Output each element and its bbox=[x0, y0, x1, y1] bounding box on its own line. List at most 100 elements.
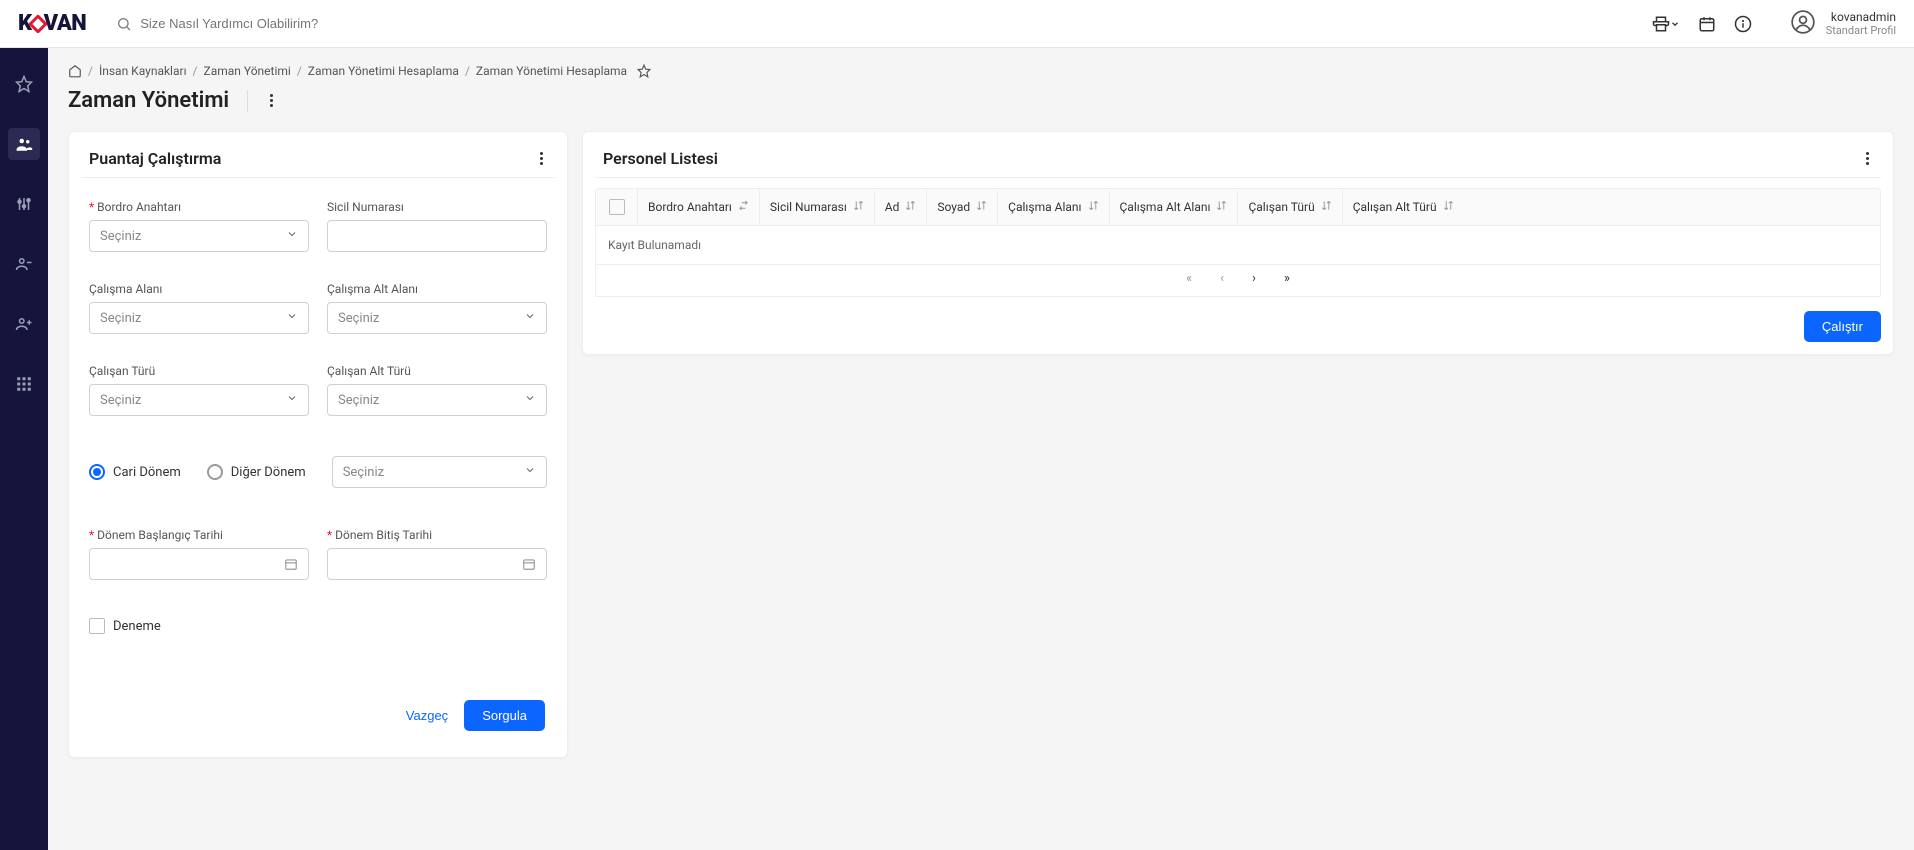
select-calisan-turu[interactable]: Seçiniz bbox=[89, 384, 309, 416]
label-calisma-alani: Çalışma Alanı bbox=[89, 282, 309, 296]
calendar-button[interactable] bbox=[1698, 15, 1716, 33]
list-card-more[interactable] bbox=[1862, 148, 1873, 169]
top-bar: KVAN kovanadmin Standart Profil bbox=[0, 0, 1914, 48]
radio-dot-icon bbox=[207, 464, 223, 480]
chevron-down-icon bbox=[286, 228, 298, 244]
chevron-down-icon bbox=[524, 310, 536, 326]
col-calisan-turu[interactable]: Çalışan Türü bbox=[1238, 190, 1342, 224]
date-donem-bitis[interactable] bbox=[327, 548, 547, 580]
sort-icon bbox=[1443, 200, 1454, 214]
list-card-title: Personel Listesi bbox=[603, 149, 718, 168]
radio-diger-donem[interactable]: Diğer Dönem bbox=[207, 464, 306, 480]
page-next[interactable]: › bbox=[1252, 271, 1256, 286]
chevron-down-icon bbox=[286, 310, 298, 326]
people-plus-icon bbox=[15, 315, 33, 333]
col-soyad[interactable]: Soyad bbox=[927, 190, 998, 224]
query-button[interactable]: Sorgula bbox=[464, 700, 545, 731]
breadcrumb-link[interactable]: Zaman Yönetimi bbox=[204, 64, 291, 78]
pagination: « ‹ › » bbox=[595, 265, 1881, 297]
label-donem-baslangic: Dönem Başlangıç Tarihi bbox=[89, 528, 309, 542]
label-deneme: Deneme bbox=[113, 619, 161, 634]
chevron-down-icon bbox=[524, 392, 536, 408]
sliders-icon bbox=[15, 195, 33, 213]
home-icon[interactable] bbox=[68, 64, 82, 78]
search-input[interactable] bbox=[140, 16, 440, 31]
sidebar-item-hr[interactable] bbox=[8, 128, 40, 160]
grid-icon bbox=[15, 375, 33, 393]
select-calisan-alt-turu[interactable]: Seçiniz bbox=[327, 384, 547, 416]
sidebar-item-group-remove[interactable] bbox=[8, 248, 40, 280]
filter-card-title: Puantaj Çalıştırma bbox=[89, 149, 221, 168]
people-minus-icon bbox=[15, 255, 33, 273]
filter-card-more[interactable] bbox=[536, 148, 547, 169]
page-prev[interactable]: ‹ bbox=[1220, 271, 1224, 286]
sort-icon bbox=[738, 200, 749, 214]
table-header: Bordro Anahtarı Sicil Numarası Ad Soyad … bbox=[595, 188, 1881, 226]
page-more-button[interactable] bbox=[266, 90, 277, 111]
breadcrumb: /İnsan Kaynakları /Zaman Yönetimi /Zaman… bbox=[68, 64, 1894, 78]
cancel-button[interactable]: Vazgeç bbox=[406, 708, 448, 723]
col-calisma-alani[interactable]: Çalışma Alanı bbox=[998, 190, 1109, 224]
star-outline-icon[interactable] bbox=[637, 64, 651, 78]
select-calisma-alt-alani[interactable]: Seçiniz bbox=[327, 302, 547, 334]
info-button[interactable] bbox=[1734, 15, 1752, 33]
sort-icon bbox=[976, 200, 987, 214]
calendar-icon bbox=[522, 557, 536, 571]
label-sicil-numarasi: Sicil Numarası bbox=[327, 200, 547, 214]
user-menu[interactable]: kovanadmin Standart Profil bbox=[1790, 9, 1896, 39]
list-card: Personel Listesi Bordro Anahtarı Sicil N… bbox=[582, 131, 1894, 355]
col-sicil[interactable]: Sicil Numarası bbox=[760, 190, 875, 224]
date-donem-baslangic[interactable] bbox=[89, 548, 309, 580]
select-all-checkbox[interactable] bbox=[609, 199, 625, 215]
label-donem-bitis: Dönem Bitiş Tarihi bbox=[327, 528, 547, 542]
col-ad[interactable]: Ad bbox=[875, 190, 928, 224]
sidebar-item-apps[interactable] bbox=[8, 368, 40, 400]
sort-icon bbox=[853, 200, 864, 214]
brand-logo: KVAN bbox=[18, 11, 86, 36]
radio-cari-donem[interactable]: Cari Dönem bbox=[89, 464, 181, 480]
col-bordro[interactable]: Bordro Anahtarı bbox=[638, 190, 760, 224]
sort-icon bbox=[905, 200, 916, 214]
checkbox-deneme[interactable] bbox=[89, 618, 105, 634]
global-search[interactable] bbox=[116, 16, 1651, 32]
breadcrumb-link[interactable]: İnsan Kaynakları bbox=[99, 64, 187, 78]
search-icon bbox=[116, 16, 132, 32]
sidebar-item-time[interactable] bbox=[8, 188, 40, 220]
col-calisma-alt-alani[interactable]: Çalışma Alt Alanı bbox=[1110, 190, 1239, 224]
calendar-icon bbox=[284, 557, 298, 571]
print-button[interactable] bbox=[1652, 15, 1680, 33]
radio-dot-icon bbox=[89, 464, 105, 480]
run-button[interactable]: Çalıştır bbox=[1804, 311, 1881, 342]
chevron-down-icon bbox=[1670, 19, 1680, 29]
sort-icon bbox=[1088, 200, 1099, 214]
filter-card: Puantaj Çalıştırma Bordro Anahtarı Seçin… bbox=[68, 131, 568, 758]
select-calisma-alani[interactable]: Seçiniz bbox=[89, 302, 309, 334]
label-bordro-anahtari: Bordro Anahtarı bbox=[89, 200, 309, 214]
user-role: Standart Profil bbox=[1826, 24, 1896, 37]
select-period[interactable]: Seçiniz bbox=[332, 456, 547, 488]
printer-icon bbox=[1652, 15, 1670, 33]
left-sidebar bbox=[0, 48, 48, 850]
page-first[interactable]: « bbox=[1186, 271, 1192, 286]
chevron-down-icon bbox=[524, 464, 536, 480]
main-content: /İnsan Kaynakları /Zaman Yönetimi /Zaman… bbox=[48, 48, 1914, 850]
user-name: kovanadmin bbox=[1826, 10, 1896, 24]
page-last[interactable]: » bbox=[1284, 271, 1290, 286]
label-calisan-turu: Çalışan Türü bbox=[89, 364, 309, 378]
info-icon bbox=[1734, 15, 1752, 33]
breadcrumb-link[interactable]: Zaman Yönetimi Hesaplama bbox=[308, 64, 459, 78]
people-icon bbox=[15, 135, 33, 153]
avatar-icon bbox=[1790, 9, 1816, 39]
sort-icon bbox=[1321, 200, 1332, 214]
input-sicil-numarasi[interactable] bbox=[327, 220, 547, 252]
table-body: Kayıt Bulunamadı bbox=[595, 226, 1881, 265]
breadcrumb-link[interactable]: Zaman Yönetimi Hesaplama bbox=[476, 64, 627, 78]
sidebar-item-group-add[interactable] bbox=[8, 308, 40, 340]
sort-icon bbox=[1216, 200, 1227, 214]
calendar-icon bbox=[1698, 15, 1716, 33]
sidebar-item-favorites[interactable] bbox=[8, 68, 40, 100]
label-calisma-alt-alani: Çalışma Alt Alanı bbox=[327, 282, 547, 296]
chevron-down-icon bbox=[286, 392, 298, 408]
col-calisan-alt-turu[interactable]: Çalışan Alt Türü bbox=[1343, 190, 1880, 224]
select-bordro-anahtari[interactable]: Seçiniz bbox=[89, 220, 309, 252]
